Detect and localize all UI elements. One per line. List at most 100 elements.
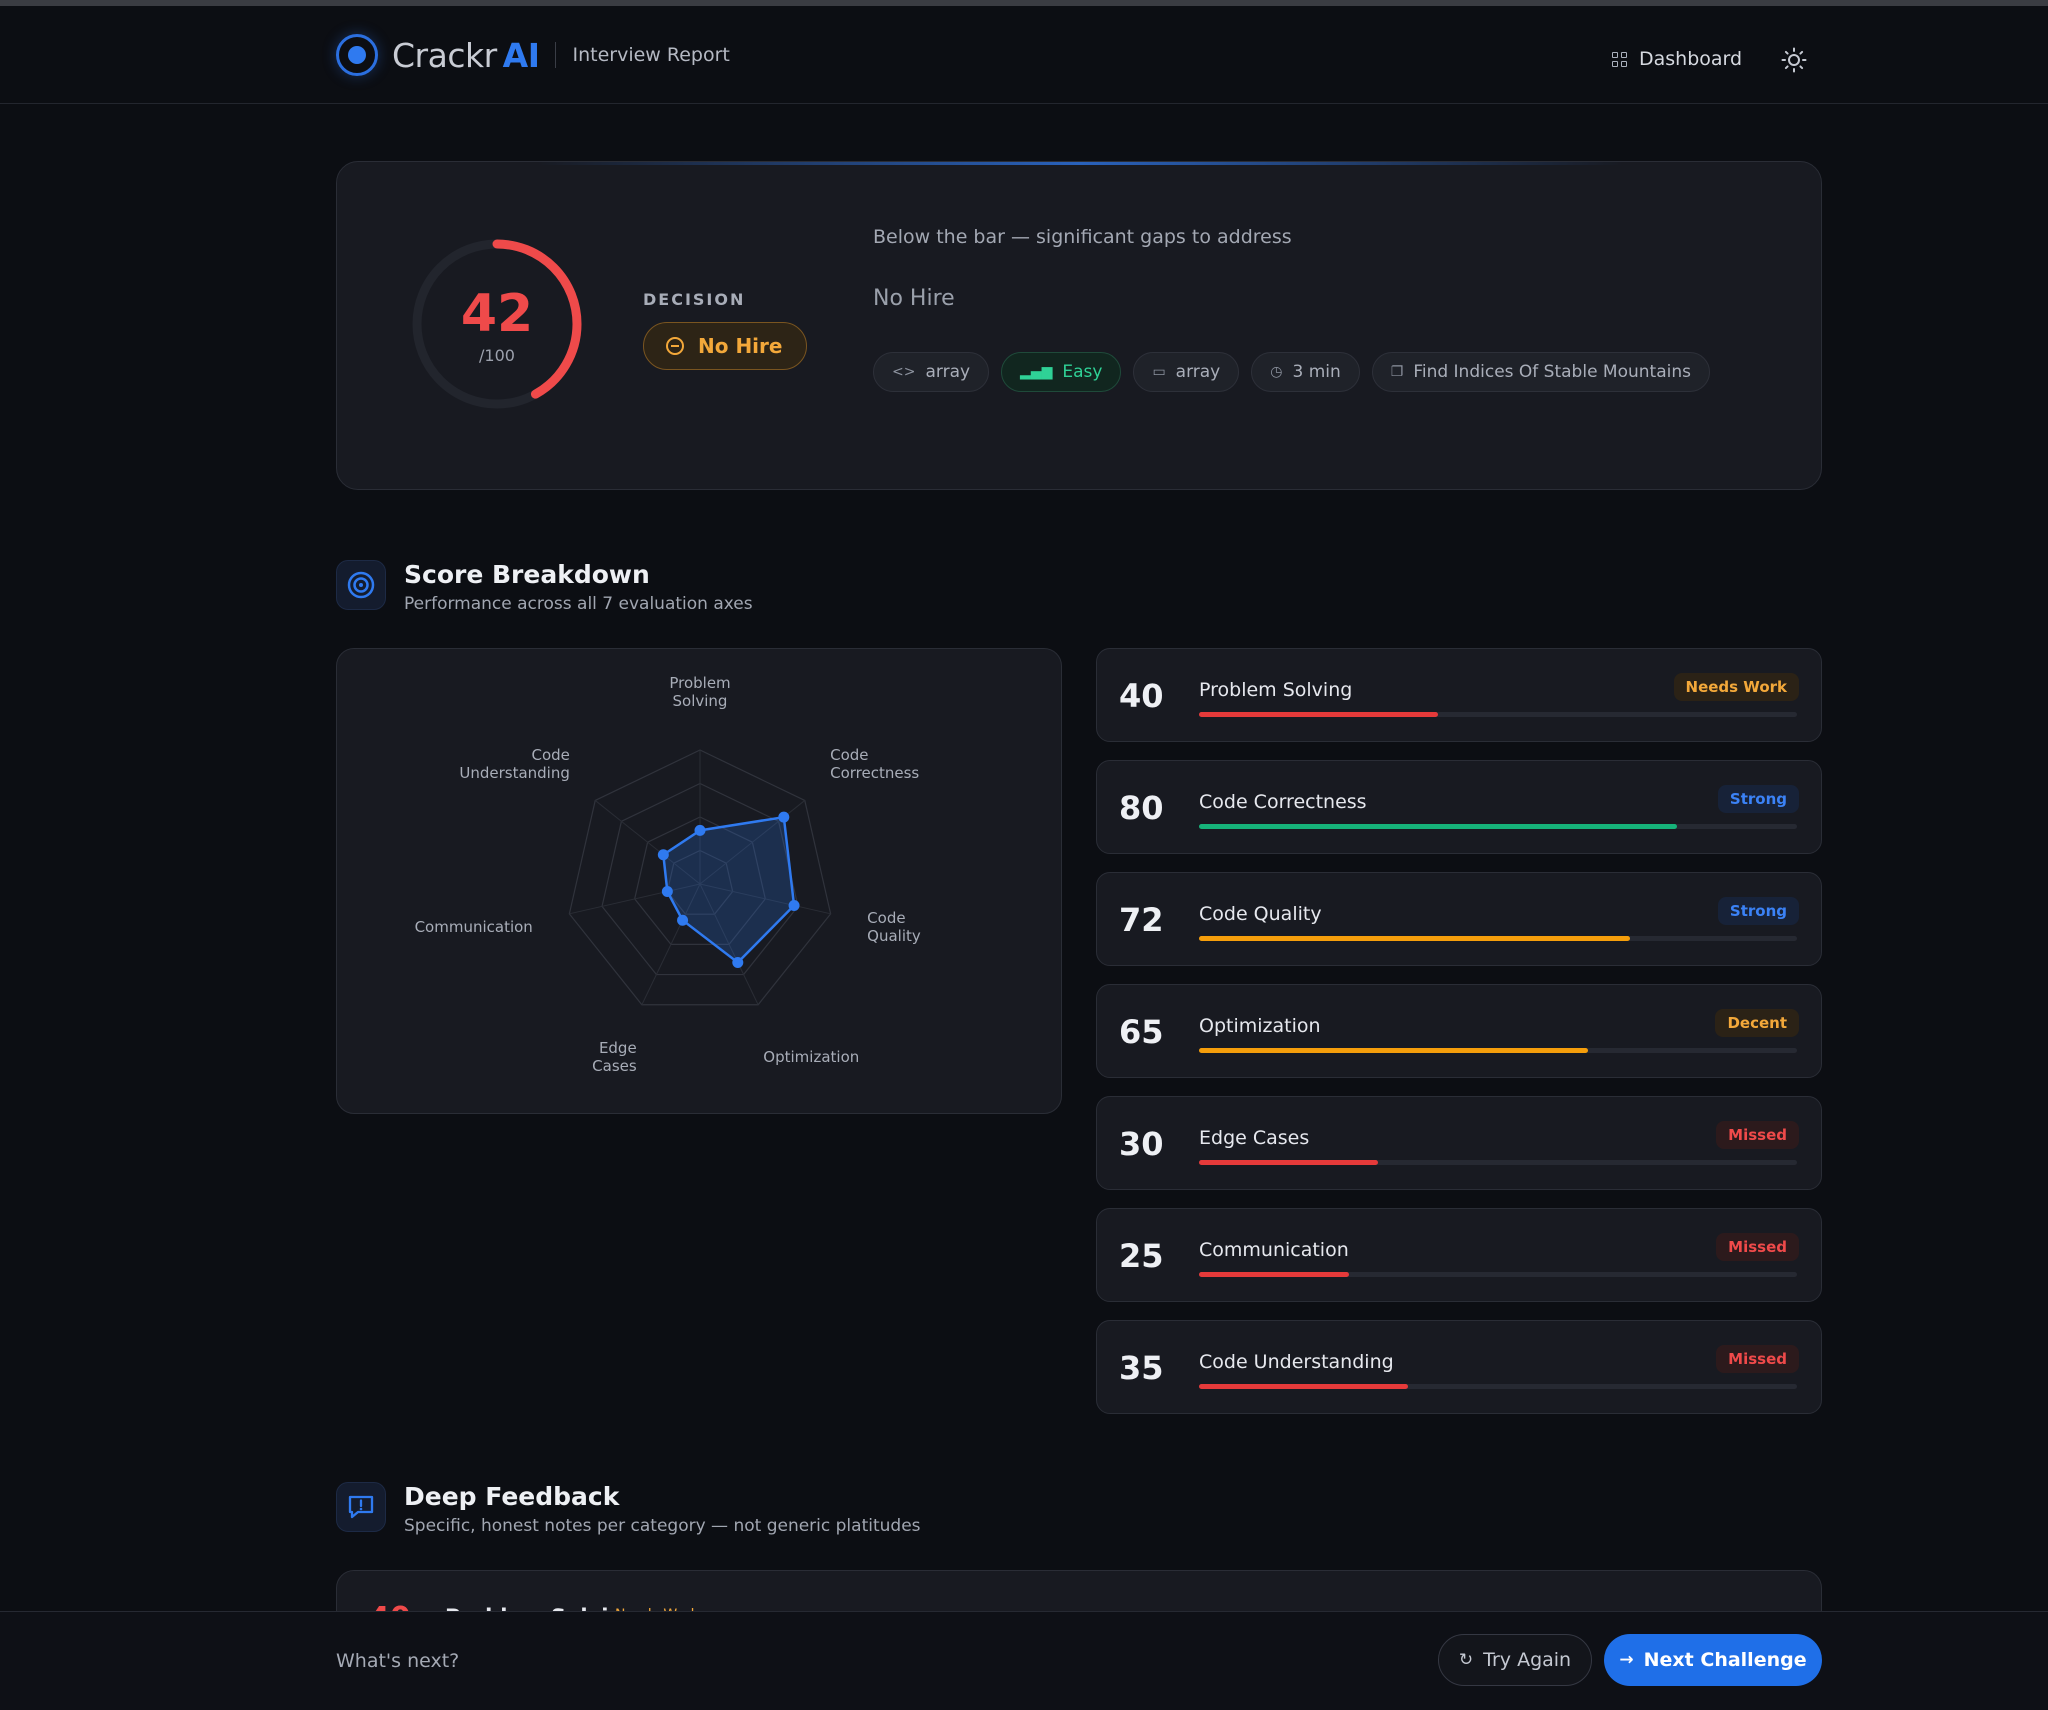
metric-row: 30 Edge Cases Missed [1096, 1096, 1822, 1190]
dashboard-grid-icon [1612, 51, 1627, 67]
copy-icon: ❐ [1390, 364, 1404, 380]
tag-duration: ◷ 3 min [1251, 352, 1360, 392]
card-glow [537, 162, 1623, 165]
deep-feedback-header: Deep Feedback Specific, honest notes per… [336, 1482, 921, 1536]
whats-next-prompt: What's next? [336, 1650, 460, 1672]
action-footer: What's next? ↻ Try Again → Next Challeng… [0, 1611, 2048, 1710]
metric-label: Code Quality [1199, 903, 1322, 925]
brand-name: Crackr AI [392, 35, 540, 75]
radar-point [677, 914, 689, 926]
theme-toggle-sun-icon[interactable] [1781, 47, 1807, 73]
metric-progress-fill [1199, 824, 1678, 829]
radar-axis-label: Optimization [763, 1047, 860, 1066]
metric-score: 35 [1119, 1349, 1164, 1387]
arrow-right-icon: → [1619, 1650, 1634, 1670]
metric-row: 65 Optimization Decent [1096, 984, 1822, 1078]
metric-label: Code Correctness [1199, 791, 1367, 813]
metric-status-badge: Strong [1717, 897, 1799, 925]
tag-problem-name: ❐ Find Indices Of Stable Mountains [1371, 352, 1710, 392]
metric-row: 35 Code Understanding Missed [1096, 1320, 1822, 1414]
radar-axis-label: Communication [414, 917, 533, 936]
timer-icon: ◷ [1270, 364, 1283, 380]
radar-point [788, 899, 800, 911]
problem-tags: <> array ▂▄▆ Easy ▭ array ◷ 3 min ❐ Find Indi… [873, 352, 1710, 392]
metric-progress-fill [1199, 1384, 1409, 1389]
metric-progress-track [1199, 824, 1797, 829]
metric-progress-track [1199, 712, 1797, 717]
radar-score-area [662, 815, 796, 965]
metric-score: 25 [1119, 1237, 1164, 1275]
verdict-title: No Hire [873, 286, 955, 311]
page-subtitle: Interview Report [572, 44, 730, 66]
tag-topic: <> array [873, 352, 990, 392]
target-icon [336, 560, 386, 610]
radar-axis-label: Edge Cases [592, 1038, 637, 1075]
decision-text: No Hire [698, 334, 783, 358]
score-breakdown-header: Score Breakdown Performance across all 7… [336, 560, 753, 614]
feedback-alert-icon [336, 1482, 386, 1532]
metric-progress-fill [1199, 712, 1439, 717]
metric-progress-track [1199, 1272, 1797, 1277]
metric-progress-fill [1199, 1160, 1379, 1165]
try-again-label: Try Again [1483, 1649, 1572, 1671]
metric-row: 80 Code Correctness Strong [1096, 760, 1822, 854]
metric-progress-track [1199, 1384, 1797, 1389]
header-divider [555, 42, 557, 68]
metric-status-badge: Missed [1716, 1345, 1799, 1373]
refresh-icon: ↻ [1458, 1650, 1474, 1670]
overall-score-max: /100 [479, 346, 515, 365]
metric-status-badge: Decent [1715, 1009, 1799, 1037]
metric-progress-fill [1199, 1272, 1349, 1277]
score-breakdown-subtitle: Performance across all 7 evaluation axes [404, 594, 753, 614]
metric-label: Problem Solving [1199, 679, 1353, 701]
metric-progress-fill [1199, 1048, 1588, 1053]
metric-score: 40 [1119, 677, 1164, 715]
score-summary-card: 42 /100 DECISION No Hire Below the bar —… [336, 161, 1822, 490]
radar-axis-label: Code Correctness [830, 746, 920, 783]
deep-feedback-subtitle: Specific, honest notes per category — no… [404, 1516, 921, 1536]
metric-row: 72 Code Quality Strong [1096, 872, 1822, 966]
metric-progress-track [1199, 1160, 1797, 1165]
metric-row: 40 Problem Solving Needs Work [1096, 648, 1822, 742]
metric-progress-fill [1199, 936, 1630, 941]
app-header: Crackr AI Interview Report Dashboard [0, 6, 2048, 104]
metric-status-badge: Missed [1716, 1233, 1799, 1261]
radar-chart [568, 749, 832, 1006]
metric-label: Edge Cases [1199, 1127, 1310, 1149]
radar-point [778, 811, 790, 823]
metric-status-badge: Strong [1717, 785, 1799, 813]
metric-score: 30 [1119, 1125, 1164, 1163]
signal-icon: ▂▄▆ [1020, 364, 1053, 380]
score-breakdown-title: Score Breakdown [404, 560, 650, 589]
next-challenge-button[interactable]: → Next Challenge [1604, 1634, 1822, 1686]
deep-feedback-title: Deep Feedback [404, 1482, 620, 1511]
metric-label: Code Understanding [1199, 1351, 1394, 1373]
folder-icon: ▭ [1152, 364, 1166, 380]
metric-progress-track [1199, 936, 1797, 941]
radar-chart-card: Problem Solving Code Correctness Code Qual… [336, 648, 1062, 1114]
minus-circle-icon [666, 337, 684, 355]
radar-point [732, 956, 744, 968]
radar-point [694, 824, 706, 836]
metric-row: 25 Communication Missed [1096, 1208, 1822, 1302]
metric-label: Communication [1199, 1239, 1349, 1261]
metric-status-badge: Missed [1716, 1121, 1799, 1149]
tag-category: ▭ array [1133, 352, 1240, 392]
try-again-button[interactable]: ↻ Try Again [1438, 1634, 1592, 1686]
code-icon: <> [892, 364, 916, 380]
decision-label: DECISION [643, 290, 746, 309]
radar-point [657, 849, 669, 861]
metric-score: 72 [1119, 901, 1164, 939]
metric-label: Optimization [1199, 1015, 1321, 1037]
radar-axis-label: Code Quality [867, 908, 921, 945]
dashboard-label: Dashboard [1639, 48, 1743, 70]
overall-score: 42 [460, 284, 534, 344]
verdict-subtitle: Below the bar — significant gaps to addr… [873, 226, 1292, 248]
next-challenge-label: Next Challenge [1643, 1649, 1807, 1671]
logo[interactable]: Crackr AI Interview Report [336, 34, 730, 76]
decision-badge: No Hire [643, 322, 808, 370]
metric-status-badge: Needs Work [1673, 673, 1799, 701]
tag-difficulty: ▂▄▆ Easy [1001, 352, 1122, 392]
radar-point [661, 885, 673, 897]
dashboard-link[interactable]: Dashboard [1612, 48, 1742, 70]
